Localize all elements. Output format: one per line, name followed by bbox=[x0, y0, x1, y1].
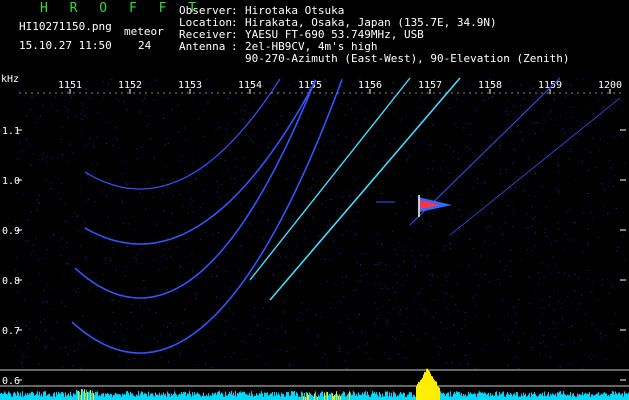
y-tick-label: 0.8 bbox=[2, 276, 20, 287]
x-tick-label: 1151 bbox=[58, 80, 82, 91]
trace-6 bbox=[249, 77, 411, 281]
y-tick-label: 0.6 bbox=[2, 376, 20, 387]
y-tick-label: 0.9 bbox=[2, 226, 20, 237]
trace-2 bbox=[74, 80, 316, 299]
x-tick-label: 1156 bbox=[358, 80, 382, 91]
y-tick-label: 0.7 bbox=[2, 326, 20, 337]
y-tick-label: 1.0 bbox=[2, 176, 20, 187]
spectrogram: 1151 1152 1153 1154 1155 1156 1157 1158 1159 1200… bbox=[0, 74, 629, 400]
trace-4 bbox=[84, 78, 281, 190]
x-tick-label: 1154 bbox=[238, 80, 262, 91]
y-tick-label: 1.1 bbox=[2, 126, 20, 137]
x-tick-label: 1152 bbox=[118, 80, 142, 91]
x-tick-label: 1159 bbox=[538, 80, 562, 91]
trace-8 bbox=[449, 97, 621, 236]
noise-background bbox=[15, 78, 626, 369]
x-tick-label: 1157 bbox=[418, 80, 442, 91]
spectrum-bars bbox=[0, 368, 629, 400]
x-tick-label: 1155 bbox=[298, 80, 322, 91]
x-tick-label: 1153 bbox=[178, 80, 202, 91]
y-unit-label: kHz bbox=[1, 74, 19, 85]
x-tick-label: 1158 bbox=[478, 80, 502, 91]
x-tick-label: 1200 bbox=[598, 80, 622, 91]
